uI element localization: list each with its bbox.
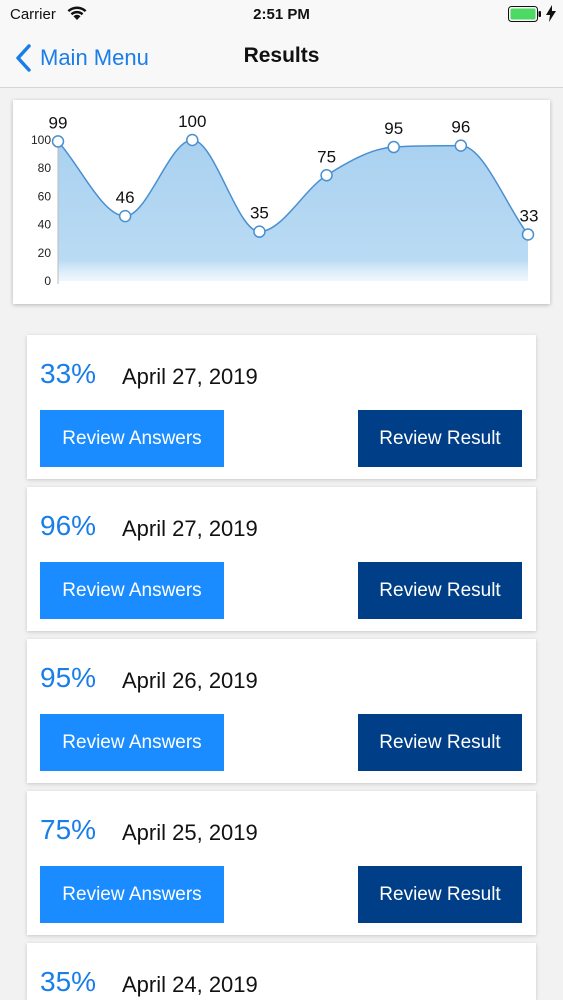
- navigation-bar: Main Menu Results: [0, 30, 563, 88]
- result-date: April 27, 2019: [122, 364, 258, 389]
- result-card: 35% April 24, 2019: [27, 943, 536, 1000]
- chart-data-point: [454, 139, 468, 152]
- chart-data-label: 95: [384, 119, 403, 138]
- chart-data-point: [320, 169, 333, 182]
- chart-y-tick-label: 60: [38, 189, 52, 203]
- result-score: 96%: [40, 510, 97, 541]
- result-score: 35%: [40, 966, 97, 997]
- result-score: 75%: [40, 814, 97, 845]
- result-date: April 27, 2019: [122, 516, 258, 541]
- chart-data-point: [387, 140, 400, 154]
- review-result-button[interactable]: Review Result: [358, 410, 522, 467]
- result-score: 95%: [40, 662, 97, 693]
- back-button-label: Main Menu: [40, 45, 149, 70]
- review-result-button[interactable]: Review Result: [358, 866, 522, 923]
- review-answers-button[interactable]: Review Answers: [40, 562, 224, 619]
- results-chart-card: 0 20 40 60 80 100 99 46 100 35 75 95 96 33: [13, 100, 550, 304]
- chart-data-label: 100: [178, 112, 206, 131]
- chart-y-tick-label: 0: [44, 274, 51, 288]
- chevron-left-icon: [16, 44, 31, 72]
- clock-time: 2:51 PM: [253, 6, 310, 23]
- chart-data-label: 96: [451, 118, 470, 137]
- review-answers-button[interactable]: Review Answers: [40, 866, 224, 923]
- chart-area-fill: [58, 140, 528, 281]
- result-card: 75% April 25, 2019 Review Answers Review…: [27, 791, 536, 935]
- chart-data-point: [253, 225, 266, 238]
- back-button[interactable]: Main Menu: [14, 42, 149, 74]
- result-date: April 26, 2019: [122, 668, 258, 693]
- chart-data-label: 35: [250, 204, 269, 223]
- results-area-chart: 0204060801009946100357595 9633: [31, 112, 539, 288]
- result-date: April 24, 2019: [122, 972, 258, 997]
- chart-y-tick-label: 80: [38, 161, 52, 175]
- chart-data-label: 33: [520, 206, 539, 225]
- result-card: 96% April 27, 2019 Review Answers Review…: [27, 487, 536, 631]
- chart-data-point: [51, 135, 65, 148]
- chart-y-tick-label: 40: [38, 218, 52, 232]
- chart-data-label: 75: [317, 147, 336, 166]
- review-result-button[interactable]: Review Result: [358, 714, 522, 771]
- status-bar: Carrier 2:51 PM: [0, 0, 563, 30]
- chart-data-point: [521, 228, 535, 241]
- review-answers-button[interactable]: Review Answers: [40, 714, 224, 771]
- chart-data-point: [186, 133, 199, 147]
- result-card: 33% April 27, 2019 Review Answers Review…: [27, 335, 536, 479]
- review-answers-button[interactable]: Review Answers: [40, 410, 224, 467]
- result-score: 33%: [40, 358, 97, 389]
- result-date: April 25, 2019: [122, 820, 258, 845]
- chart-data-point: [118, 209, 132, 223]
- chart-y-tick-label: 20: [38, 246, 52, 260]
- battery-icon: [508, 6, 541, 22]
- review-result-button[interactable]: Review Result: [358, 562, 522, 619]
- chart-data-label: 99: [49, 113, 68, 132]
- chart-data-label: 46: [116, 188, 135, 207]
- chart-y-tick-label: 100: [31, 133, 51, 147]
- result-card: 95% April 26, 2019 Review Answers Review…: [27, 639, 536, 783]
- charging-bolt-icon: [546, 5, 556, 22]
